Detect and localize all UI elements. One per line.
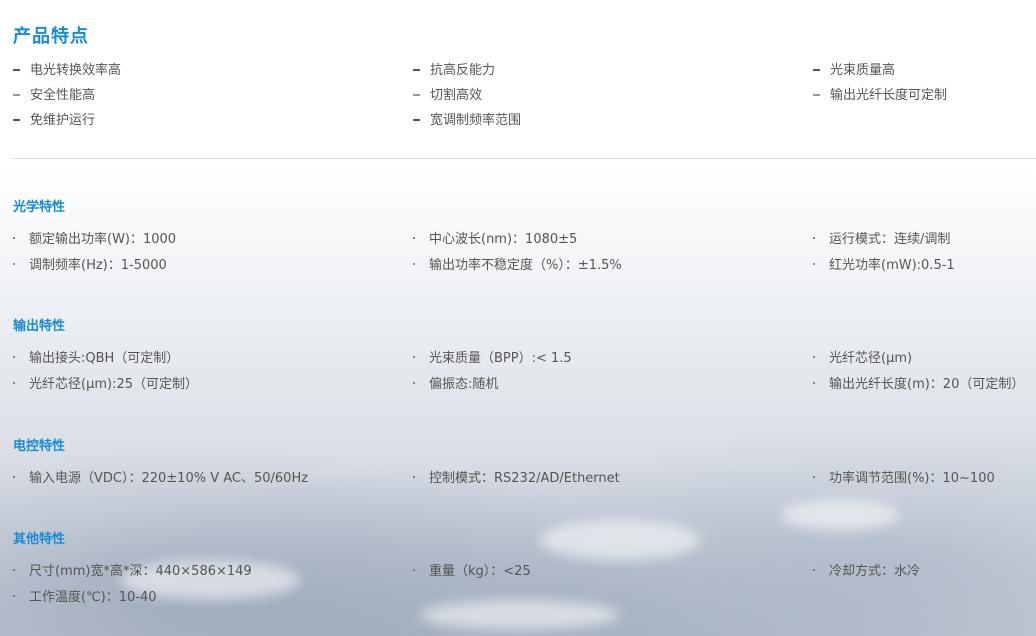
divider (13, 158, 1036, 159)
dash-icon (13, 118, 20, 121)
spec-item: 功率调节范围(%)：10~100 (813, 467, 995, 486)
bullet-icon (813, 263, 815, 265)
spec-item: 输出接头:QBH（可定制） (13, 347, 179, 366)
spec-item: 光束质量（BPP）:< 1.5 (413, 347, 572, 366)
dash-icon (813, 68, 820, 71)
spec-item: 额定输出功率(W)：1000 (13, 228, 176, 247)
feature-item: 输出光纤长度可定制 (813, 84, 947, 103)
bullet-icon (413, 356, 415, 358)
feature-item: 抗高反能力 (413, 59, 495, 78)
spec-item: 输出光纤长度(m)：20（可定制） (813, 373, 1024, 392)
spec-item: 调制频率(Hz)：1-5000 (13, 254, 167, 273)
bullet-icon (413, 476, 415, 478)
bullet-icon (13, 356, 15, 358)
dash-icon (413, 118, 420, 121)
spec-item: 光纤芯径(μm) (813, 347, 912, 366)
spec-item: 输出功率不稳定度（%）：±1.5% (413, 254, 622, 273)
bullet-icon (813, 382, 815, 384)
bullet-icon (813, 476, 815, 478)
spec-item: 冷却方式：水冷 (813, 560, 920, 579)
feature-item: 免维护运行 (13, 109, 95, 128)
bullet-icon (413, 382, 415, 384)
feature-item: 切割高效 (413, 84, 482, 103)
page-title: 产品特点 (13, 26, 89, 47)
section-title-output: 输出特性 (13, 319, 66, 334)
bullet-icon (13, 237, 15, 239)
spec-item: 红光功率(mW):0.5-1 (813, 254, 955, 273)
spec-item: 工作温度(℃)：10-40 (13, 586, 157, 605)
bullet-icon (13, 263, 15, 265)
product-spec-panel: 产品特点 电光转换效率高 抗高反能力 光束质量高 安全性能高 切割高效 输出光纤… (0, 0, 1036, 636)
dash-icon (413, 68, 420, 71)
dash-icon (413, 93, 420, 96)
bullet-icon (813, 237, 815, 239)
bullet-icon (413, 263, 415, 265)
bullet-icon (13, 569, 15, 571)
feature-item: 光束质量高 (813, 59, 895, 78)
spec-item: 输入电源（VDC）：220±10% V AC、50/60Hz (13, 467, 308, 486)
dash-icon (13, 68, 20, 71)
feature-item: 安全性能高 (13, 84, 95, 103)
bullet-icon (13, 595, 15, 597)
spec-item: 尺寸(mm)宽*高*深：440×586×149 (13, 560, 252, 579)
section-title-electrical: 电控特性 (13, 439, 66, 454)
spec-item: 中心波长(nm)：1080±5 (413, 228, 577, 247)
dash-icon (13, 93, 20, 96)
dash-icon (813, 93, 820, 96)
bullet-icon (13, 382, 15, 384)
spec-item: 重量（kg）：<25 (413, 560, 531, 579)
spec-item: 运行模式：连续/调制 (813, 228, 950, 247)
spec-item: 控制模式：RS232/AD/Ethernet (413, 467, 620, 486)
spec-item: 光纤芯径(μm):25（可定制） (13, 373, 198, 392)
bullet-icon (813, 356, 815, 358)
bullet-icon (813, 569, 815, 571)
feature-item: 宽调制频率范围 (413, 109, 521, 128)
section-title-optical: 光学特性 (13, 200, 66, 215)
section-title-other: 其他特性 (13, 532, 66, 547)
spec-item: 偏振态:随机 (413, 373, 498, 392)
bullet-icon (413, 569, 415, 571)
bullet-icon (13, 476, 15, 478)
bullet-icon (413, 237, 415, 239)
feature-item: 电光转换效率高 (13, 59, 121, 78)
